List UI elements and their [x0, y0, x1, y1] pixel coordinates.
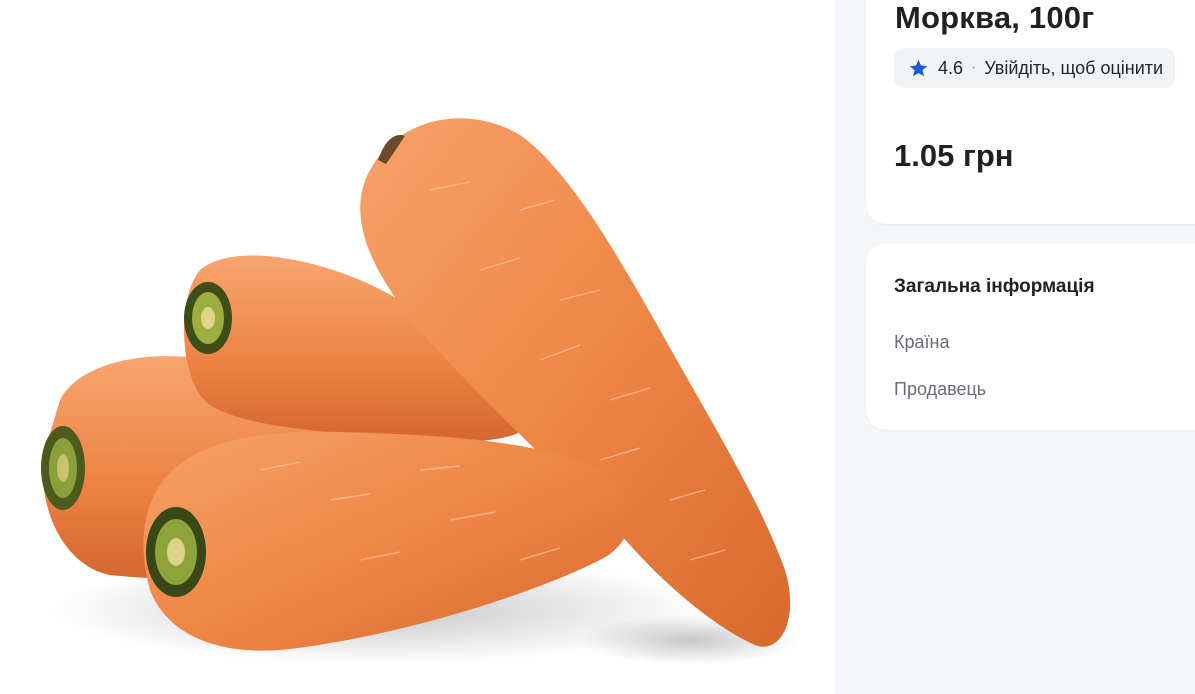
carrots-photo — [41, 118, 800, 665]
star-icon — [909, 59, 928, 76]
rating-separator: · — [971, 59, 977, 76]
info-row-country: Країна — [894, 332, 950, 352]
product-image[interactable] — [0, 0, 835, 694]
product-title: Морква, 100г — [895, 0, 1095, 35]
general-info-title: Загальна інформація — [894, 276, 1095, 297]
rating-login-link[interactable]: Увійдіть, щоб оцінити — [984, 58, 1163, 79]
product-price: 1.05 грн — [894, 138, 1014, 173]
rating-badge[interactable]: 4.6 · Увійдіть, щоб оцінити — [894, 48, 1176, 88]
product-sidebar: Морква, 100г 4.6 · Увійдіть, щоб оцінити… — [835, 0, 1195, 694]
general-info-card: Загальна інформація Країна Продавець — [866, 244, 1195, 430]
product-summary-card: Морква, 100г 4.6 · Увійдіть, щоб оцінити… — [866, 0, 1195, 224]
rating-value: 4.6 — [938, 57, 964, 78]
info-row-seller: Продавець — [894, 379, 987, 399]
